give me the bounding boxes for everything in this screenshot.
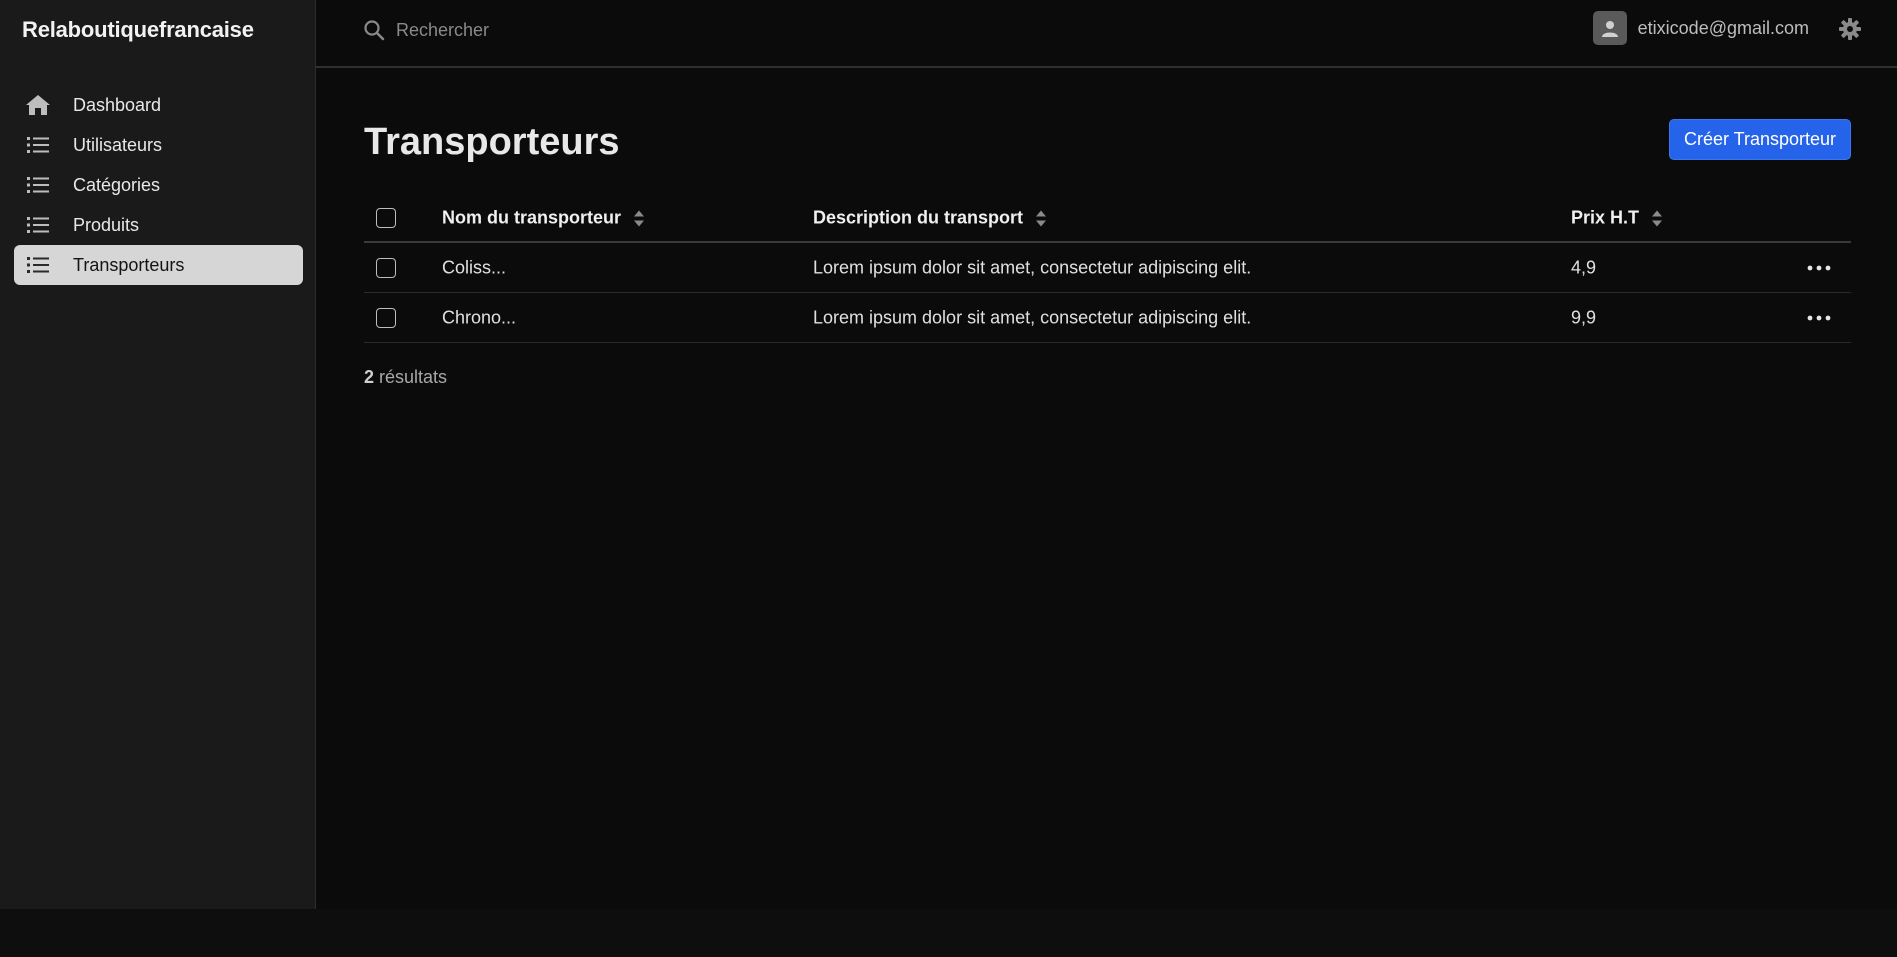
column-header-description[interactable]: Description du transport — [813, 208, 1047, 229]
table-row[interactable]: Chrono... Lorem ipsum dolor sit amet, co… — [364, 293, 1851, 343]
search-input[interactable] — [396, 14, 896, 46]
sidebar-item-utilisateurs[interactable]: Utilisateurs — [14, 125, 303, 165]
cell-price: 9,9 — [1571, 307, 1597, 327]
sidebar: Relaboutiquefrancaise Dashboard Utilisat… — [0, 0, 316, 909]
brand-name[interactable]: Relaboutiquefrancaise — [22, 17, 254, 43]
sort-icon[interactable] — [1651, 209, 1663, 227]
list-icon — [24, 254, 52, 276]
column-header-price[interactable]: Prix H.T — [1571, 208, 1663, 229]
list-icon — [24, 214, 52, 236]
app-shell: Relaboutiquefrancaise Dashboard Utilisat… — [0, 0, 1897, 909]
home-icon — [24, 94, 52, 116]
sort-icon[interactable] — [633, 209, 645, 227]
sidebar-item-dashboard[interactable]: Dashboard — [14, 85, 303, 125]
results-label: résultats — [379, 367, 448, 387]
user-email[interactable]: etixicode@gmail.com — [1638, 18, 1809, 39]
sidebar-item-label: Produits — [73, 214, 140, 235]
bottom-strip — [0, 909, 1897, 957]
select-all-checkbox[interactable] — [376, 208, 396, 228]
column-label: Prix H.T — [1571, 207, 1640, 228]
sidebar-item-categories[interactable]: Catégories — [14, 165, 303, 205]
sidebar-nav: Dashboard Utilisateurs Catégories Produi… — [14, 85, 303, 285]
column-label: Description du transport — [813, 207, 1024, 228]
row-checkbox[interactable] — [376, 257, 396, 278]
sidebar-item-label: Utilisateurs — [73, 134, 163, 155]
sidebar-item-label: Dashboard — [73, 94, 162, 115]
row-checkbox[interactable] — [376, 307, 396, 328]
column-header-name[interactable]: Nom du transporteur — [442, 208, 645, 229]
table-row[interactable]: Coliss... Lorem ipsum dolor sit amet, co… — [364, 243, 1851, 293]
transporteurs-table: Nom du transporteur Description du trans… — [364, 195, 1851, 343]
gear-icon[interactable] — [1838, 17, 1862, 46]
topbar: etixicode@gmail.com — [316, 0, 1897, 68]
results-count: 2 résultats — [364, 367, 447, 388]
cell-price: 4,9 — [1571, 257, 1597, 277]
cell-name: Coliss... — [442, 257, 507, 277]
search-icon — [363, 19, 385, 46]
cell-name: Chrono... — [442, 307, 517, 327]
results-number: 2 — [364, 367, 375, 387]
page-title: Transporteurs — [364, 121, 620, 163]
cell-description: Lorem ipsum dolor sit amet, consectetur … — [813, 257, 1252, 277]
create-transporteur-button[interactable]: Créer Transporteur — [1669, 119, 1851, 160]
table-header: Nom du transporteur Description du trans… — [364, 195, 1851, 243]
sidebar-item-label: Transporteurs — [73, 254, 185, 275]
more-actions-icon[interactable] — [1807, 315, 1831, 321]
avatar[interactable] — [1592, 11, 1627, 45]
list-icon — [24, 134, 52, 156]
main-content: etixicode@gmail.com — [316, 0, 1897, 909]
sidebar-item-label: Catégories — [73, 174, 161, 195]
sidebar-item-produits[interactable]: Produits — [14, 205, 303, 245]
more-actions-icon[interactable] — [1807, 265, 1831, 271]
cell-description: Lorem ipsum dolor sit amet, consectetur … — [813, 307, 1252, 327]
user-menu[interactable]: etixicode@gmail.com — [1592, 11, 1809, 45]
column-label: Nom du transporteur — [442, 207, 622, 228]
sidebar-item-transporteurs[interactable]: Transporteurs — [14, 245, 303, 285]
list-icon — [24, 174, 52, 196]
sort-icon[interactable] — [1035, 209, 1047, 227]
